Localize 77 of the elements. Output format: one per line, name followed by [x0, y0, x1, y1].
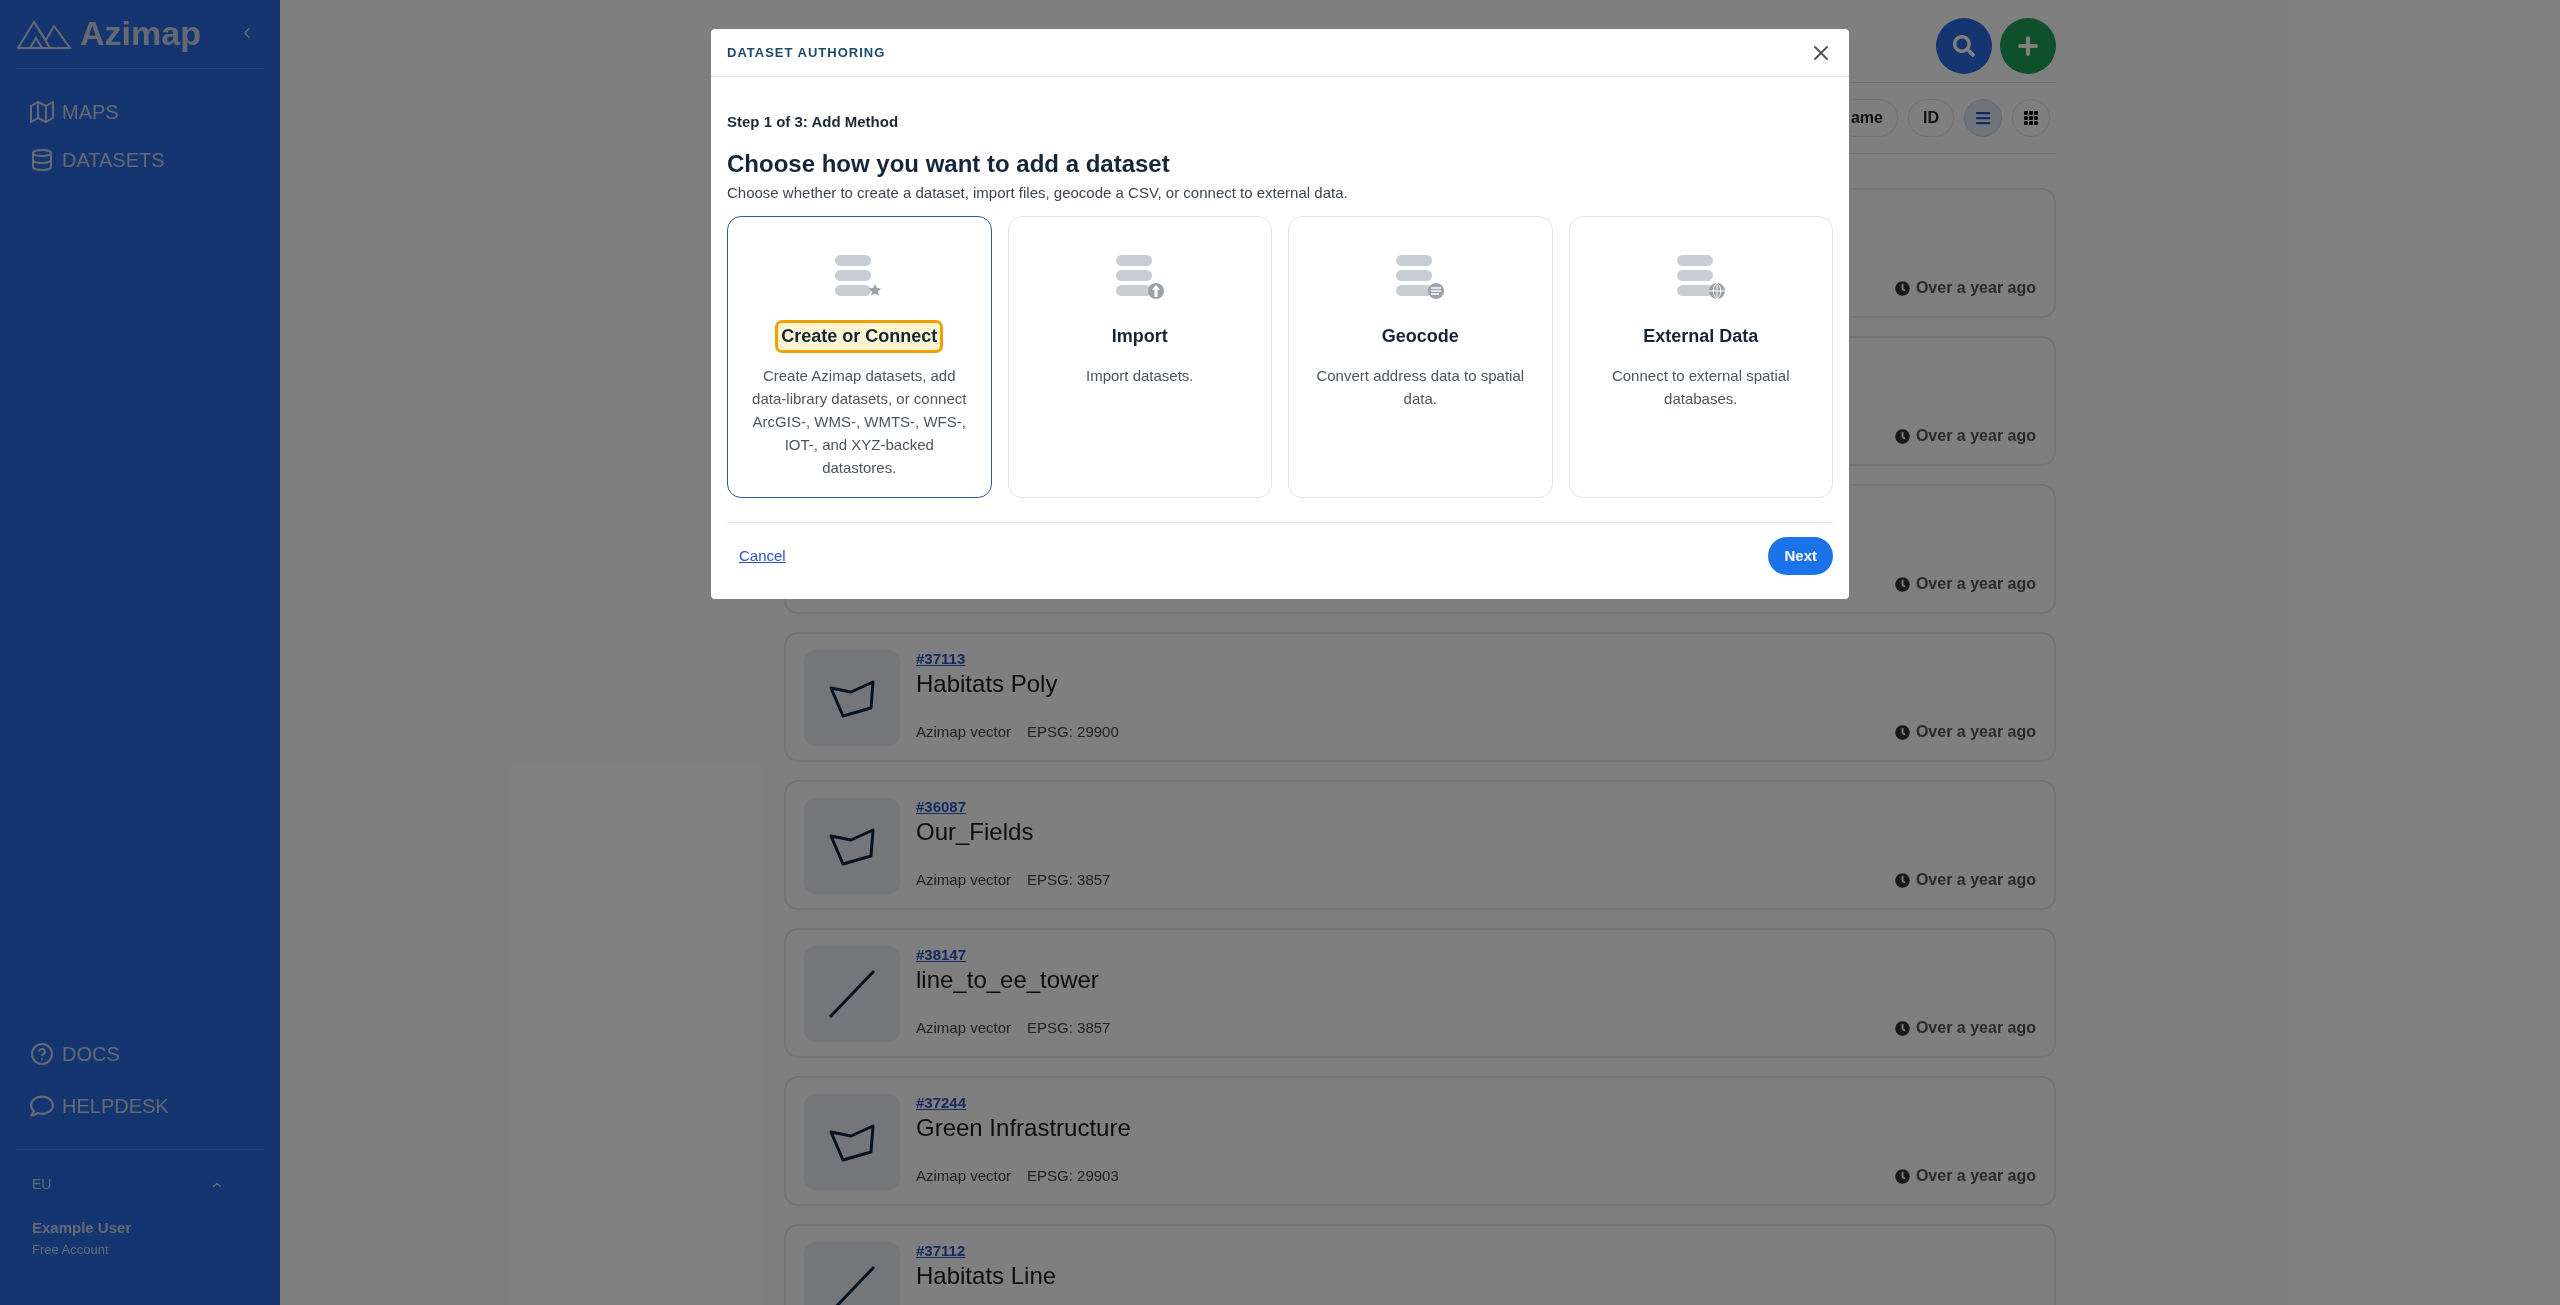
cancel-link[interactable]: Cancel — [739, 544, 786, 568]
dataset-name: line_to_ee_tower — [916, 964, 1100, 995]
database-icon — [1113, 253, 1166, 301]
clock-icon — [1894, 724, 1910, 740]
method-title: Geocode — [1380, 325, 1460, 348]
method-title: Create or Connect — [778, 323, 941, 350]
method-card[interactable]: Geocode Convert address data to spatial data. — [1288, 216, 1553, 498]
method-card[interactable]: Create or Connect Create Azimap datasets, add data-library datasets, or connect ArcGIS-, WMS-, WMTS-, WFS-, IOT-, and XYZ-backed datastores. — [727, 216, 992, 498]
method-title: Import — [1110, 325, 1169, 348]
step-label: Step 1 of 3: Add Method — [727, 112, 900, 132]
dataset-card[interactable]: #37113 Habitats Poly Azimap vector EPSG: 29900 Over a year ago — [784, 632, 2056, 762]
dataset-epsg: EPSG: 29903 — [1027, 1165, 1119, 1186]
database-icon — [30, 148, 54, 172]
dataset-source: Azimap vector — [916, 869, 1012, 890]
method-card[interactable]: Import Import datasets. — [1007, 216, 1272, 498]
dataset-name: Our_Fields — [916, 816, 1035, 847]
line-icon — [828, 969, 876, 1019]
dataset-epsg: EPSG: 29900 — [1027, 721, 1119, 742]
dataset-id-link[interactable]: #37112 — [916, 1242, 966, 1261]
dataset-name: Green Infrastructure — [916, 1112, 1132, 1143]
method-description: Convert address data to spatial data. — [1315, 366, 1526, 409]
list-icon — [1975, 110, 1991, 126]
map-icon — [30, 100, 54, 124]
chat-icon — [30, 1094, 54, 1118]
updated-time: Over a year ago — [1915, 722, 2036, 742]
updated-time: Over a year ago — [1915, 870, 2036, 890]
dataset-name: Habitats Line — [916, 1260, 1058, 1291]
updated-time: Over a year ago — [1915, 1166, 2036, 1186]
clock-icon — [1894, 1020, 1910, 1036]
dialog-title: DATASET AUTHORING — [727, 43, 886, 62]
brand-name: Azimap — [80, 16, 201, 50]
updated-time: Over a year ago — [1915, 278, 2036, 298]
grid-icon — [2023, 110, 2039, 126]
polygon-icon — [829, 1122, 875, 1162]
dataset-id-link[interactable]: #37244 — [916, 1094, 967, 1113]
dataset-card[interactable]: #37112 Habitats Line — [784, 1224, 2056, 1305]
updated-time: Over a year ago — [1915, 426, 2036, 446]
dataset-name: Habitats Poly — [916, 668, 1059, 699]
method-card[interactable]: External Data Connect to external spatial databases. — [1568, 216, 1833, 498]
add-button[interactable] — [2000, 18, 2056, 74]
clock-icon — [1894, 1168, 1910, 1184]
account-plan: Free Account — [32, 1240, 110, 1259]
dataset-epsg: EPSG: 3857 — [1027, 1017, 1111, 1038]
method-description: Create Azimap datasets, add data-library datasets, or connect ArcGIS-, WMS-, WMTS-, WFS-, IOT-, and XYZ-backed datastores. — [751, 366, 968, 478]
region-label: EU — [32, 1175, 52, 1194]
dataset-id-link[interactable]: #37113 — [916, 650, 966, 669]
method-description: Import datasets. — [1085, 366, 1194, 386]
plus-icon — [2017, 35, 2039, 57]
dataset-source: Azimap vector — [916, 721, 1012, 742]
dialog-heading: Choose how you want to add a dataset — [727, 148, 1171, 179]
clock-icon — [1894, 576, 1910, 592]
polygon-icon — [829, 678, 875, 718]
dialog-subtitle: Choose whether to create a dataset, import files, geocode a CSV, or connect to external data. — [727, 182, 1349, 203]
dataset-card[interactable]: #37244 Green Infrastructure Azimap vector EPSG: 29903 Over a year ago — [784, 1076, 2056, 1206]
list-view-button[interactable] — [1964, 99, 2002, 137]
polygon-icon — [829, 826, 875, 866]
updated-time: Over a year ago — [1915, 1018, 2036, 1038]
clock-icon — [1894, 872, 1910, 888]
method-description: Connect to external spatial databases. — [1610, 366, 1791, 409]
dataset-source: Azimap vector — [916, 1017, 1012, 1038]
search-icon — [1953, 35, 1975, 57]
search-button[interactable] — [1936, 18, 1992, 74]
dataset-id-link[interactable]: #38147 — [916, 946, 967, 965]
database-icon — [1674, 253, 1727, 301]
dataset-card[interactable]: #38147 line_to_ee_tower Azimap vector EPSG: 3857 Over a year ago — [784, 928, 2056, 1058]
clock-icon — [1894, 280, 1910, 296]
dataset-card[interactable]: #36087 Our_Fields Azimap vector EPSG: 3857 Over a year ago — [784, 780, 2056, 910]
dataset-epsg: EPSG: 3857 — [1027, 869, 1111, 890]
help-icon — [30, 1042, 54, 1066]
clock-icon — [1894, 428, 1910, 444]
updated-time: Over a year ago — [1915, 574, 2036, 594]
user-name: Example User — [32, 1218, 133, 1238]
dataset-id-link[interactable]: #36087 — [916, 798, 967, 817]
database-icon — [1394, 253, 1447, 301]
next-button[interactable]: Next — [1768, 537, 1833, 575]
method-title: External Data — [1642, 325, 1760, 348]
dataset-source: Azimap vector — [916, 1165, 1012, 1186]
